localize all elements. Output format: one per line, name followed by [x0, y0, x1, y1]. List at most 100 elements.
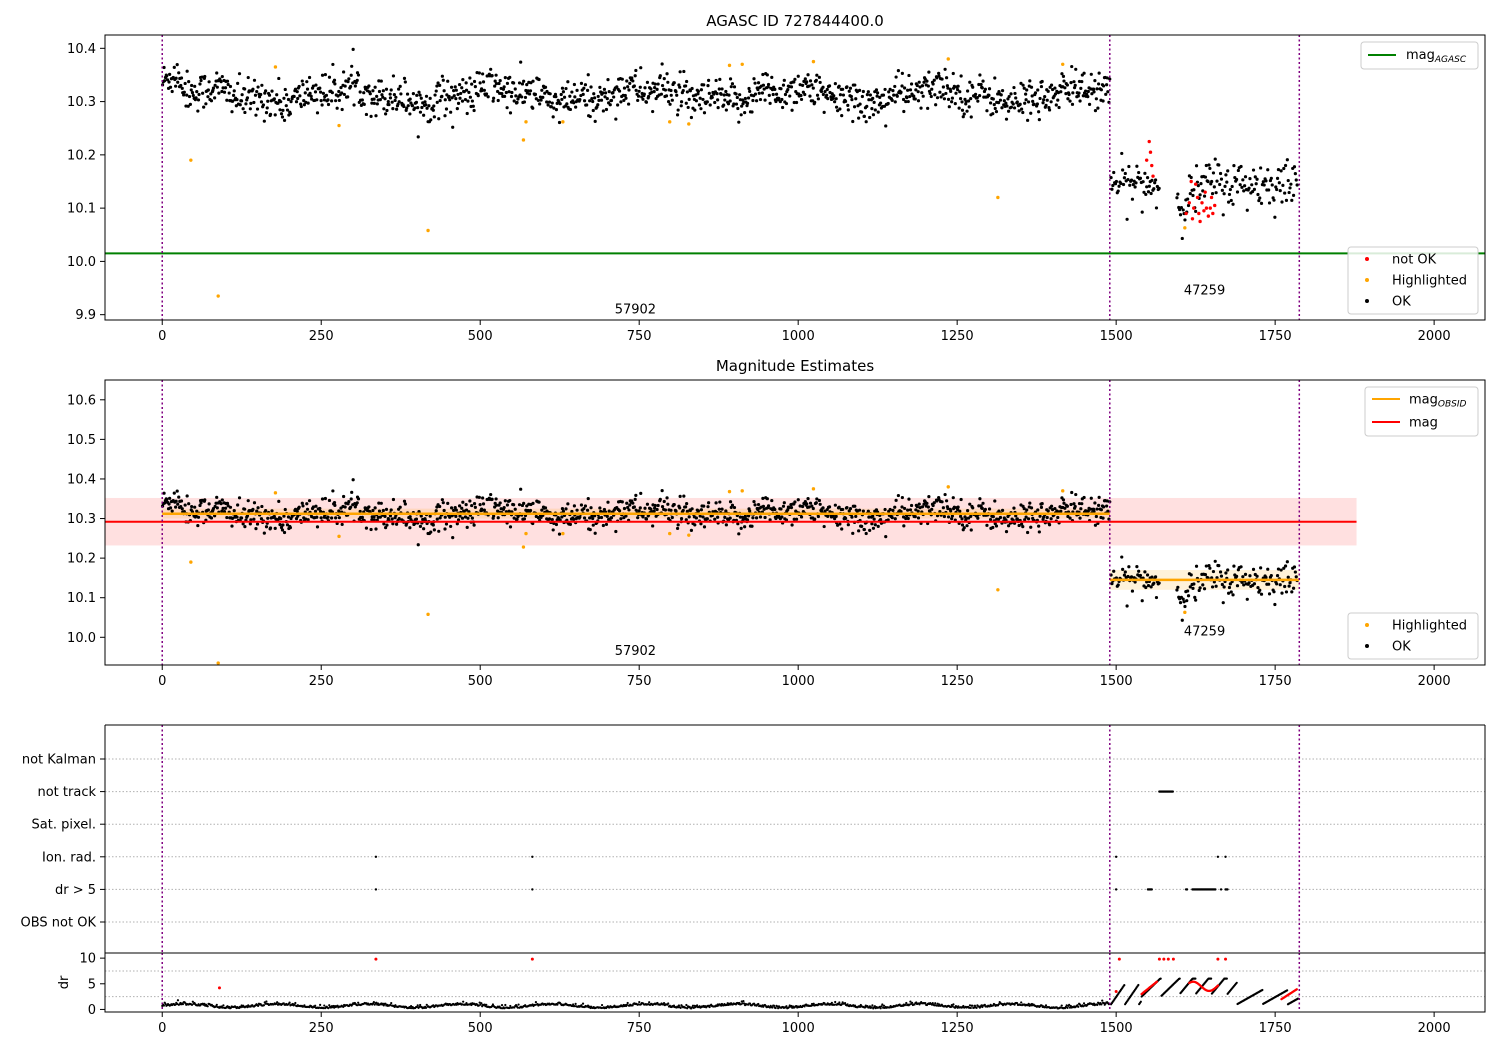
y-tick-label: 10.4 — [67, 42, 96, 57]
ok-point — [770, 75, 774, 80]
ok-point — [684, 101, 688, 105]
ok-point — [209, 516, 214, 520]
ok-point — [750, 110, 754, 114]
ok-point — [384, 507, 389, 511]
dr-red-point — [217, 986, 221, 990]
ok-point — [256, 506, 260, 510]
ok-point — [379, 501, 383, 505]
ok-point — [1061, 74, 1066, 78]
ok-point — [1245, 208, 1249, 212]
ok-point — [472, 523, 476, 527]
ok-point — [1069, 81, 1073, 85]
ok-point — [958, 90, 962, 94]
ok-point — [1150, 575, 1154, 579]
ok-point — [1279, 169, 1283, 173]
ok-point — [203, 498, 207, 502]
ok-point — [1112, 170, 1116, 175]
ok-point — [435, 100, 439, 104]
ok-point — [289, 100, 293, 104]
ok-point — [793, 500, 797, 504]
legend-label: Highlighted — [1392, 619, 1467, 634]
ok-point — [543, 506, 548, 510]
ok-point — [714, 501, 718, 505]
ok-point — [813, 100, 817, 104]
ok-point — [607, 90, 611, 94]
ok-point — [649, 87, 653, 91]
ok-point — [1094, 97, 1098, 101]
ok-point — [183, 81, 187, 86]
ok-point — [947, 105, 951, 109]
ok-point — [375, 102, 379, 106]
ok-point — [872, 517, 876, 521]
ok-point — [431, 108, 435, 112]
ok-point — [756, 502, 761, 507]
ok-point — [1024, 92, 1028, 96]
ok-point — [1070, 490, 1074, 495]
ok-point — [464, 81, 468, 85]
highlighted-point — [668, 531, 672, 536]
ok-point — [707, 501, 711, 505]
ok-point — [655, 87, 659, 91]
ok-point — [350, 490, 354, 494]
ok-point — [591, 99, 595, 104]
legend-marker — [1365, 257, 1369, 261]
ok-point — [1191, 193, 1195, 198]
not-ok-point — [1197, 211, 1201, 216]
ok-point — [389, 508, 393, 512]
ok-point — [209, 99, 214, 103]
ok-point — [1280, 200, 1284, 204]
ok-point — [652, 509, 656, 513]
ok-point — [687, 515, 691, 519]
ok-point — [1141, 180, 1145, 184]
legend-label: mag — [1409, 416, 1438, 431]
ok-point — [893, 84, 897, 89]
ok-point — [1236, 168, 1240, 173]
ok-point — [686, 105, 690, 110]
ok-point — [215, 71, 219, 75]
ok-point — [675, 93, 679, 97]
ok-point — [468, 76, 472, 80]
ok-point — [515, 100, 519, 105]
ok-point — [1175, 196, 1179, 200]
dr-point — [742, 1000, 745, 1003]
ok-point — [821, 85, 825, 89]
ok-point — [814, 78, 818, 82]
ok-point — [527, 92, 532, 96]
ok-point — [1134, 181, 1138, 185]
ok-point — [308, 91, 312, 95]
ok-point — [347, 77, 351, 81]
ok-point — [504, 90, 508, 95]
ok-point — [298, 94, 302, 98]
ok-point — [840, 114, 844, 118]
ok-point — [588, 528, 592, 532]
ok-point — [588, 114, 592, 119]
dr-point — [1060, 1004, 1063, 1007]
ok-point — [1063, 506, 1067, 510]
ok-point — [502, 505, 506, 510]
dr-point — [838, 1001, 841, 1004]
ok-point — [978, 93, 982, 98]
ok-point — [815, 93, 820, 97]
ok-point — [916, 99, 921, 103]
ok-point — [1049, 517, 1053, 521]
not-ok-point — [1206, 214, 1211, 218]
ok-point — [1210, 179, 1214, 184]
ok-point — [774, 92, 779, 96]
ok-point — [320, 73, 325, 77]
ok-point — [940, 77, 944, 81]
ok-point — [1214, 584, 1218, 588]
highlighted-point — [740, 62, 744, 66]
ok-point — [431, 523, 435, 527]
ok-point — [1097, 503, 1101, 508]
ok-point — [193, 84, 197, 88]
ok-point — [273, 113, 277, 117]
ok-point — [356, 73, 361, 77]
ok-point — [424, 94, 429, 98]
dr-point — [288, 1001, 291, 1004]
ok-point — [632, 84, 636, 88]
dr-point — [574, 1002, 577, 1005]
ok-point — [1086, 95, 1090, 99]
ok-point — [575, 508, 579, 512]
ok-point — [452, 89, 456, 93]
ok-point — [685, 90, 689, 94]
